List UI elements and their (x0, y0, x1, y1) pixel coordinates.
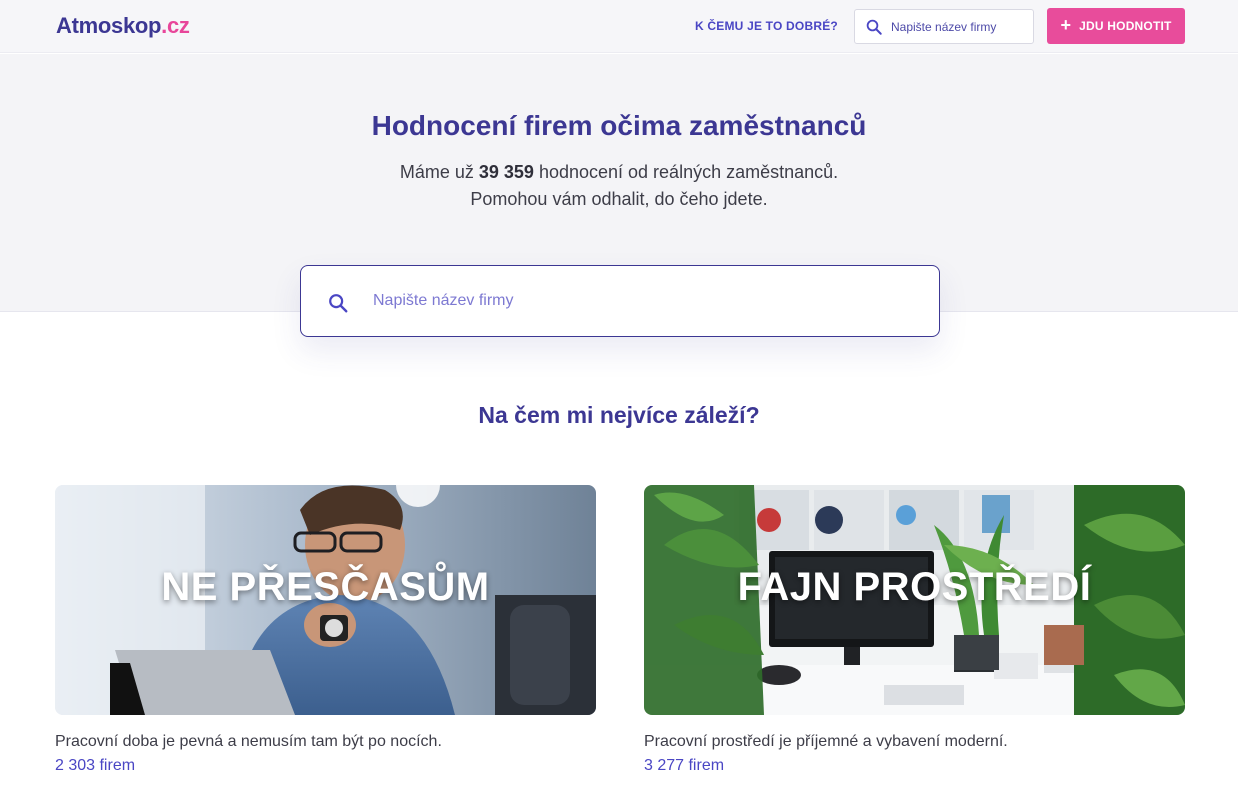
header-search-input[interactable] (891, 10, 1031, 43)
card-overlay-title: NE PŘESČASŮM (161, 565, 490, 609)
site-logo[interactable]: Atmoskop.cz (56, 13, 190, 39)
main-search-box[interactable] (300, 265, 940, 337)
nav-link-about[interactable]: K ČEMU JE TO DOBRÉ? (695, 19, 838, 33)
card-description: Pracovní prostředí je příjemné a vybaven… (644, 733, 1008, 750)
section-title: Na čem mi nejvíce záleží? (478, 402, 760, 428)
card-description: Pracovní doba je pevná a nemusím tam být… (55, 733, 442, 750)
card-image-overtime[interactable]: NE PŘESČASŮM (55, 485, 596, 715)
category-card-no-overtime[interactable]: NE PŘESČASŮM Pracovní doba je pevná a ne… (55, 485, 596, 775)
card-company-count-link[interactable]: 2 303 firem (55, 757, 135, 775)
logo-tld: .cz (161, 13, 190, 38)
top-header: Atmoskop.cz K ČEMU JE TO DOBRÉ? + JDU HO… (0, 0, 1238, 53)
main-search-input[interactable] (373, 266, 923, 336)
search-icon (329, 294, 348, 313)
card-image-environment[interactable]: FAJN PROSTŘEDÍ (644, 485, 1185, 715)
rate-button-label: JDU HODNOTIT (1079, 19, 1172, 33)
hero-sub-suffix: hodnocení od reálných zaměstnanců. (538, 162, 839, 182)
card-company-count-link[interactable]: 3 277 firem (644, 757, 724, 775)
search-icon (866, 19, 882, 35)
review-count: 39 359 (478, 162, 534, 182)
plus-icon: + (1060, 15, 1072, 35)
header-search-box[interactable] (854, 9, 1034, 44)
rate-company-button[interactable]: + JDU HODNOTIT (1047, 8, 1185, 44)
hero-sub-prefix: Máme už (399, 162, 474, 182)
logo-main: Atmoskop (56, 13, 162, 38)
card-overlay-title: FAJN PROSTŘEDÍ (737, 565, 1092, 609)
hero-sub-line2: Pomohou vám odhalit, do čeho jdete. (470, 189, 768, 209)
category-card-nice-environment[interactable]: FAJN PROSTŘEDÍ Pracovní prostředí je pří… (644, 485, 1185, 775)
page-title: Hodnocení firem očima zaměstnanců (371, 110, 867, 141)
hero-subtitle: Máme už 39 359 hodnocení od reálných zam… (0, 159, 1238, 213)
